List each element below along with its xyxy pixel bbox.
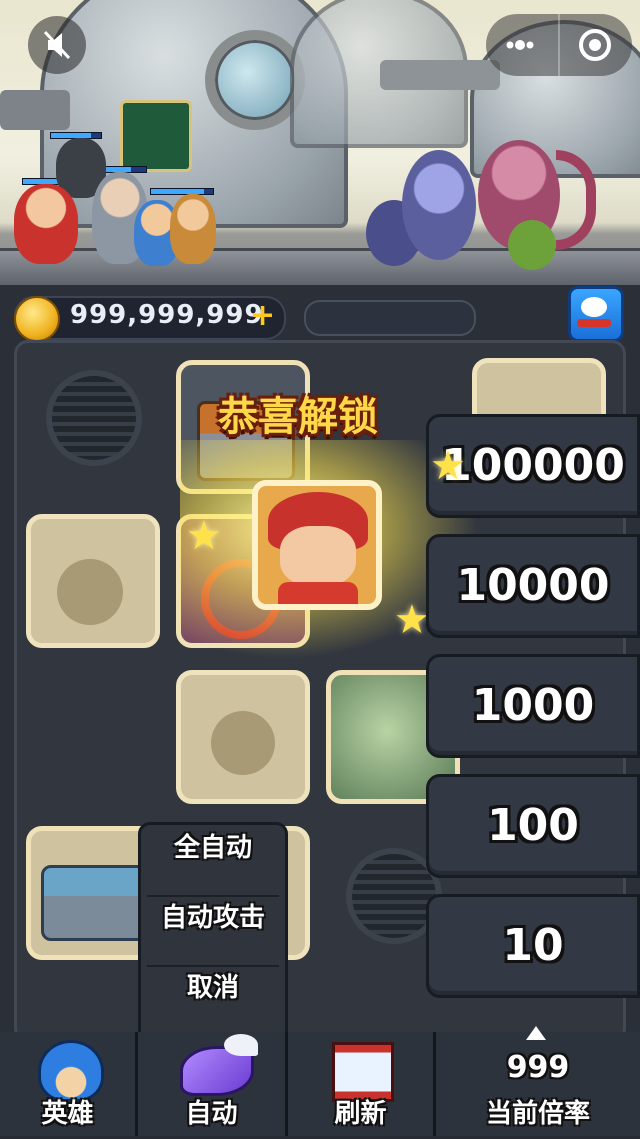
unlocked-hero-card[interactable]: [252, 480, 382, 610]
flask-icon: [57, 559, 123, 625]
hero-body-icon: [278, 582, 358, 604]
multiplier-option-10000[interactable]: 10000: [426, 534, 640, 638]
background-machine: [0, 90, 70, 130]
current-multiplier-value: 999: [506, 1050, 570, 1085]
target-close-icon: [579, 29, 611, 61]
enemy-monster: [508, 220, 556, 270]
multiplier-option-label: 10: [502, 920, 564, 971]
multiplier-option-1000[interactable]: 1000: [426, 654, 640, 758]
hero-character: [170, 194, 216, 264]
add-gold-button[interactable]: +: [250, 298, 275, 333]
arrow-up-icon: [526, 1026, 546, 1040]
tab-multiplier-label: 当前倍率: [485, 1099, 590, 1129]
tab-hero[interactable]: 英雄: [0, 1032, 138, 1136]
more-button[interactable]: [500, 30, 540, 60]
menu-item-auto-attack[interactable]: 自动攻击: [141, 897, 285, 965]
multiplier-option-label: 1000: [471, 680, 595, 731]
empty-slot-vent[interactable]: [46, 370, 142, 466]
coin-icon: [14, 296, 60, 342]
tab-refresh-label: 刷新: [334, 1099, 387, 1129]
locked-slot[interactable]: [26, 514, 160, 648]
hero-character: [14, 184, 78, 264]
monster-eye-icon: [581, 297, 607, 317]
locked-slot[interactable]: [176, 670, 310, 804]
tab-hero-label: 英雄: [41, 1099, 94, 1129]
multiplier-option-100[interactable]: 100: [426, 774, 640, 878]
star-icon: ★: [430, 443, 466, 489]
monster-icon-button[interactable]: [568, 286, 624, 342]
multiplier-option-10[interactable]: 10: [426, 894, 640, 998]
skill-icon: [120, 100, 192, 172]
more-dots-icon: [506, 40, 534, 50]
close-button[interactable]: [576, 26, 614, 64]
hp-bar: [150, 188, 214, 195]
progress-track: [304, 300, 476, 336]
star-icon: ★: [186, 513, 222, 559]
menu-item-full-auto[interactable]: 全自动: [141, 827, 285, 895]
tab-refresh[interactable]: 刷新: [288, 1032, 436, 1136]
hero-face-icon: [280, 526, 356, 586]
flask-icon: [211, 711, 275, 775]
wing-icon: [224, 1034, 258, 1056]
unlock-title: 恭喜解锁: [218, 394, 378, 440]
gold-amount: 999,999,999: [70, 300, 264, 330]
menu-item-cancel[interactable]: 取消: [141, 967, 285, 1035]
tab-auto-label: 自动: [185, 1099, 238, 1129]
capsule-divider: [558, 14, 560, 76]
mini-program-capsule: [486, 14, 632, 76]
tab-auto[interactable]: 自动: [138, 1032, 288, 1136]
monster-mouth-icon: [577, 319, 611, 327]
multiplier-option-label: 100: [487, 800, 579, 851]
enemy-monster: [402, 150, 476, 260]
background-pipe: [380, 60, 500, 90]
auto-menu: 全自动 自动攻击 取消: [138, 822, 288, 1036]
star-icon: ★: [394, 597, 430, 643]
blue-chest-icon: [41, 865, 147, 941]
multiplier-option-label: 10000: [456, 560, 610, 611]
speaker-muted-icon: [43, 30, 71, 60]
mute-button[interactable]: [28, 16, 86, 74]
